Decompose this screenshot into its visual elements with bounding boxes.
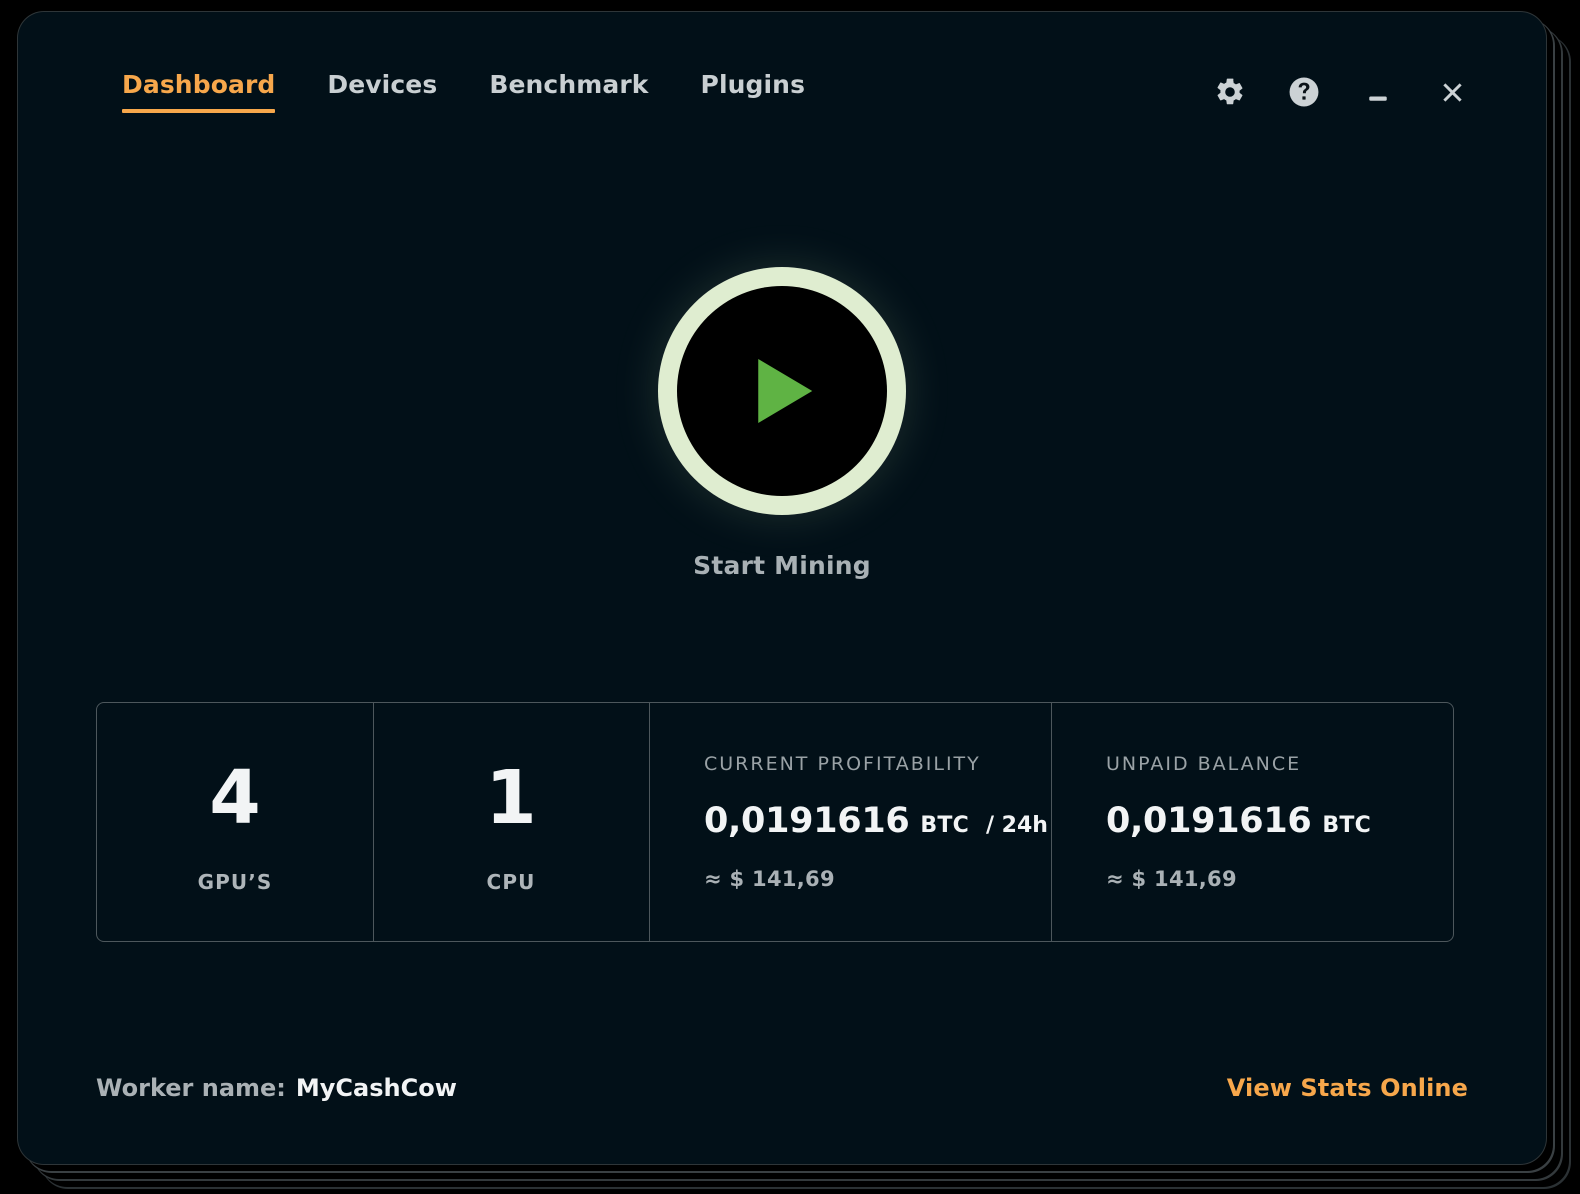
stat-unpaid-balance: UNPAID BALANCE 0,0191616 BTC ≈ $ 141,69 (1051, 703, 1453, 941)
settings-button[interactable] (1208, 70, 1252, 114)
nav-tabs: Dashboard Devices Benchmark Plugins (96, 70, 831, 113)
question-circle-icon (1287, 75, 1321, 109)
profitability-approx-usd: ≈ $ 141,69 (704, 867, 1051, 891)
minimize-button[interactable] (1356, 70, 1400, 114)
minimize-icon (1363, 77, 1393, 107)
title-bar: Dashboard Devices Benchmark Plugins (18, 12, 1546, 144)
unpaid-balance-approx-usd: ≈ $ 141,69 (1106, 867, 1453, 891)
tab-devices-label: Devices (327, 70, 437, 99)
profitability-unit: BTC (920, 813, 969, 838)
tab-benchmark[interactable]: Benchmark (463, 70, 674, 113)
view-stats-online-link[interactable]: View Stats Online (1227, 1074, 1468, 1102)
stat-cpu-count: 1 CPU (373, 703, 649, 941)
start-mining-button[interactable] (658, 267, 906, 515)
gpu-count-label: GPU’S (198, 870, 273, 894)
cpu-count-label: CPU (487, 870, 536, 894)
tab-benchmark-label: Benchmark (489, 70, 648, 99)
worker-name-block: Worker name: MyCashCow (96, 1074, 457, 1102)
tab-devices[interactable]: Devices (301, 70, 463, 113)
stat-current-profitability: CURRENT PROFITABILITY 0,0191616 BTC / 24… (649, 703, 1051, 941)
stats-panel: 4 GPU’S 1 CPU CURRENT PROFITABILITY 0,01… (96, 702, 1454, 942)
tab-plugins[interactable]: Plugins (675, 70, 832, 113)
profitability-main: 0,0191616 BTC / 24h (704, 801, 1051, 841)
unpaid-balance-main: 0,0191616 BTC (1106, 801, 1453, 841)
unpaid-balance-title: UNPAID BALANCE (1106, 753, 1453, 775)
tab-dashboard-label: Dashboard (122, 70, 275, 99)
profitability-title: CURRENT PROFITABILITY (704, 753, 1051, 775)
gpu-count-value: 4 (209, 761, 261, 835)
help-button[interactable] (1282, 70, 1326, 114)
stat-gpu-count: 4 GPU’S (97, 703, 373, 941)
start-mining-label: Start Mining (693, 551, 871, 580)
close-button[interactable] (1430, 70, 1474, 114)
unpaid-balance-unit: BTC (1322, 813, 1371, 838)
profitability-value: 0,0191616 (704, 801, 909, 841)
worker-name-value: MyCashCow (296, 1074, 457, 1102)
unpaid-balance-value: 0,0191616 (1106, 801, 1311, 841)
tab-dashboard[interactable]: Dashboard (96, 70, 301, 113)
close-icon (1437, 77, 1468, 108)
footer: Worker name: MyCashCow View Stats Online (96, 1074, 1468, 1102)
app-window: Dashboard Devices Benchmark Plugins (18, 12, 1546, 1164)
profitability-period: / 24h (986, 813, 1048, 838)
start-mining-section: Start Mining (18, 267, 1546, 580)
tab-plugins-label: Plugins (701, 70, 806, 99)
worker-name-label: Worker name: (96, 1074, 286, 1102)
play-icon (758, 359, 812, 423)
window-controls (1208, 70, 1474, 114)
cpu-count-value: 1 (485, 761, 537, 835)
gear-icon (1214, 76, 1246, 108)
